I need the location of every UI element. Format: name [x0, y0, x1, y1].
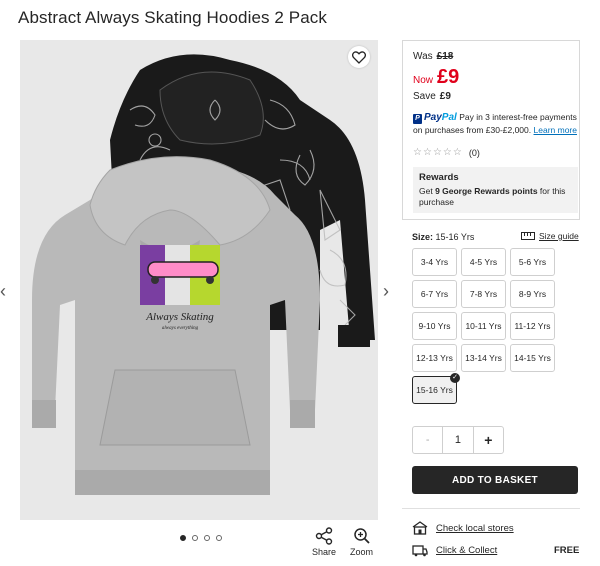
print-text: Always Skating	[145, 311, 214, 323]
rating-stars[interactable]: ☆ ☆ ☆ ☆ ☆ (0)	[413, 147, 480, 158]
next-image-arrow-icon[interactable]: ›	[383, 282, 389, 300]
star-icon: ☆	[413, 147, 422, 158]
quantity-increase-button[interactable]: +	[472, 427, 503, 453]
size-option[interactable]: 8-9 Yrs	[510, 280, 555, 308]
gallery-dot[interactable]	[180, 535, 186, 541]
quantity-stepper[interactable]: - 1 +	[412, 426, 504, 454]
paypal-learn-more-link[interactable]: Learn more	[534, 125, 577, 135]
zoom-icon	[353, 528, 370, 544]
check-local-stores-link[interactable]: Check local stores	[412, 521, 514, 535]
paypal-icon: P	[413, 114, 422, 124]
size-guide-label: Size guide	[539, 231, 579, 241]
size-option[interactable]: 11-12 Yrs	[510, 312, 555, 340]
print-subtext: always everything	[162, 326, 199, 331]
zoom-button[interactable]: Zoom	[350, 527, 373, 557]
share-icon	[315, 527, 333, 545]
product-title: Abstract Always Skating Hoodies 2 Pack	[18, 8, 328, 27]
size-option[interactable]: 9-10 Yrs	[412, 312, 457, 340]
size-selected-value: 15-16 Yrs	[435, 232, 475, 242]
rewards-text: Get 9 George Rewards points for this pur…	[419, 186, 566, 207]
was-price-row: Was £18	[413, 51, 453, 62]
size-options: 3-4 Yrs 4-5 Yrs 5-6 Yrs 6-7 Yrs 7-8 Yrs 8-9 Y…	[412, 248, 556, 404]
size-option[interactable]: 7-8 Yrs	[461, 280, 506, 308]
zoom-label: Zoom	[350, 547, 374, 557]
click-and-collect-label: Click & Collect	[436, 544, 498, 556]
click-and-collect-price: FREE	[554, 545, 580, 556]
save-row: Save £9	[413, 91, 451, 102]
gallery-dot[interactable]	[204, 535, 210, 541]
save-label: Save	[413, 91, 436, 102]
now-label: Now	[413, 75, 434, 86]
selected-check-icon: ✓	[450, 373, 460, 383]
size-option[interactable]: 5-6 Yrs	[510, 248, 555, 276]
gallery-pagination	[180, 535, 222, 541]
divider	[402, 508, 580, 509]
size-guide-link[interactable]: Size guide	[521, 231, 579, 241]
add-to-basket-button[interactable]: ADD TO BASKET	[412, 466, 578, 494]
check-local-stores-label: Check local stores	[436, 522, 514, 534]
review-count: (0)	[468, 147, 480, 158]
ruler-icon	[521, 232, 535, 240]
size-heading: Size: 15-16 Yrs	[412, 232, 474, 242]
quantity-decrease-button[interactable]: -	[413, 427, 444, 453]
size-option[interactable]: 10-11 Yrs	[461, 312, 506, 340]
size-option[interactable]: 15-16 Yrs ✓	[412, 373, 460, 404]
now-price: £9	[437, 66, 460, 88]
size-option[interactable]: 14-15 Yrs	[510, 344, 555, 372]
previous-image-arrow-icon[interactable]: ‹	[0, 282, 6, 300]
wishlist-heart-icon[interactable]	[348, 46, 370, 68]
size-option[interactable]: 3-4 Yrs	[412, 248, 457, 276]
rewards-box: Rewards Get 9 George Rewards points for …	[413, 167, 578, 213]
was-label: Was	[413, 51, 433, 62]
size-option[interactable]: 4-5 Yrs	[461, 248, 506, 276]
rewards-title: Rewards	[419, 172, 459, 183]
size-option[interactable]: 12-13 Yrs	[412, 344, 457, 372]
star-icon: ☆	[422, 147, 432, 158]
size-option[interactable]: 13-14 Yrs	[461, 344, 506, 372]
save-amount: £9	[439, 91, 451, 102]
star-icon: ☆	[432, 147, 442, 158]
now-price-row: Now £9	[413, 66, 459, 89]
star-icon: ☆	[442, 147, 452, 158]
click-and-collect-link[interactable]: Click & Collect	[412, 543, 497, 557]
was-price: £18	[436, 51, 454, 62]
size-option[interactable]: 6-7 Yrs	[412, 280, 457, 308]
paypal-message: P PayPal Pay in 3 interest-free payments …	[413, 111, 578, 136]
gallery-dot[interactable]	[192, 535, 198, 541]
store-icon	[412, 521, 428, 535]
quantity-input[interactable]: 1	[443, 427, 472, 453]
paypal-logo: PayPal	[424, 112, 457, 123]
price-panel: Was £18 Now £9 Save £9 P PayPal Pay in 3 in…	[402, 40, 580, 220]
star-icon: ☆	[452, 147, 462, 158]
share-button[interactable]: Share	[312, 527, 336, 557]
share-label: Share	[312, 547, 337, 557]
gallery-dot[interactable]	[216, 535, 222, 541]
hoodies-illustration: Always Skating always everything	[32, 54, 375, 495]
product-image[interactable]: Always Skating always everything	[20, 40, 378, 520]
collect-icon	[412, 545, 428, 557]
size-label: Size:	[412, 232, 434, 242]
